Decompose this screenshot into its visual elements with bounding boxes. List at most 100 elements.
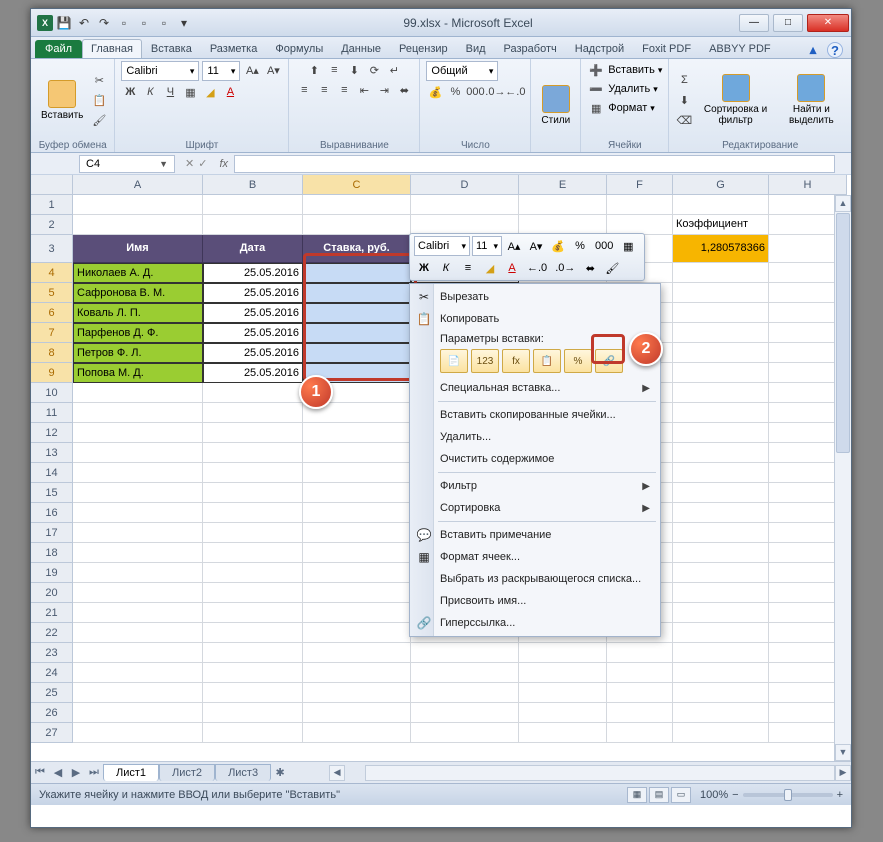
cell-C1[interactable] [303,195,411,215]
cell-G12[interactable] [673,423,769,443]
format-painter-icon[interactable]: 🖌 [90,111,108,129]
cell-A24[interactable] [73,663,203,683]
cell-C14[interactable] [303,463,411,483]
cell-G9[interactable] [673,363,769,383]
mini-currency-icon[interactable]: 💰 [548,236,568,256]
formula-bar[interactable] [234,155,835,173]
help-icon[interactable]: ? [827,42,843,58]
cell-A2[interactable] [73,215,203,235]
cell-B27[interactable] [203,723,303,743]
sort-filter-button[interactable]: Сортировка и фильтр [696,72,774,128]
cell-A19[interactable] [73,563,203,583]
cell-C22[interactable] [303,623,411,643]
cell-B19[interactable] [203,563,303,583]
delete-cells-button[interactable]: ➖Удалить▾ [587,80,658,98]
cell-B14[interactable] [203,463,303,483]
mini-percent-icon[interactable]: % [570,236,590,256]
row-header-22[interactable]: 22 [31,623,73,643]
cell-G16[interactable] [673,503,769,523]
tab-abbyy[interactable]: ABBYY PDF [700,39,780,58]
sheet-tab-1[interactable]: Лист1 [103,764,159,781]
scroll-down-icon[interactable]: ▼ [835,744,851,761]
comma-icon[interactable]: 000 [466,83,484,101]
cell-A12[interactable] [73,423,203,443]
mini-decrease-decimal-icon[interactable]: ←.0 [524,258,550,278]
align-top-icon[interactable]: ⬆ [305,61,323,79]
cell-B9[interactable]: 25.05.2016 [203,363,303,383]
cell-B10[interactable] [203,383,303,403]
ctx-sort[interactable]: Сортировка▶ [412,497,658,519]
cell-C21[interactable] [303,603,411,623]
cancel-formula-icon[interactable]: ✕ [185,157,194,170]
tab-data[interactable]: Данные [332,39,390,58]
row-header-13[interactable]: 13 [31,443,73,463]
cell-F1[interactable] [607,195,673,215]
sheet-tab-3[interactable]: Лист3 [215,764,271,781]
cell-A16[interactable] [73,503,203,523]
cell-B3[interactable]: Дата [203,235,303,263]
underline-icon[interactable]: Ч [161,83,179,101]
cell-C3[interactable]: Ставка, руб. [303,235,411,263]
cell-D27[interactable] [411,723,519,743]
ctx-paste-special[interactable]: Специальная вставка...▶ [412,377,658,399]
cell-G6[interactable] [673,303,769,323]
row-header-19[interactable]: 19 [31,563,73,583]
hscroll-left-icon[interactable]: ◀ [329,765,345,781]
cell-B6[interactable]: 25.05.2016 [203,303,303,323]
minimize-button[interactable]: — [739,14,769,32]
column-header-G[interactable]: G [673,175,769,195]
cell-A18[interactable] [73,543,203,563]
cell-C17[interactable] [303,523,411,543]
cell-B2[interactable] [203,215,303,235]
ctx-format-cells[interactable]: ▦Формат ячеек... [412,546,658,568]
cell-B21[interactable] [203,603,303,623]
cell-A14[interactable] [73,463,203,483]
align-middle-icon[interactable]: ≡ [325,61,343,79]
cell-B11[interactable] [203,403,303,423]
redo-icon[interactable]: ↷ [95,14,113,32]
cell-C15[interactable] [303,483,411,503]
cell-A11[interactable] [73,403,203,423]
paste-option-transpose[interactable]: 📋 [533,349,561,373]
row-header-12[interactable]: 12 [31,423,73,443]
view-page-layout-icon[interactable]: ▤ [649,787,669,803]
tab-home[interactable]: Главная [82,39,142,58]
zoom-out-icon[interactable]: − [732,789,738,801]
cell-D26[interactable] [411,703,519,723]
cell-F23[interactable] [607,643,673,663]
row-header-18[interactable]: 18 [31,543,73,563]
cell-B26[interactable] [203,703,303,723]
cell-B25[interactable] [203,683,303,703]
increase-decimal-icon[interactable]: .0→ [486,83,504,101]
mini-increase-font-icon[interactable]: A▴ [504,236,524,256]
mini-decrease-font-icon[interactable]: A▾ [526,236,546,256]
cell-D1[interactable] [411,195,519,215]
cell-A8[interactable]: Петров Ф. Л. [73,343,203,363]
row-header-7[interactable]: 7 [31,323,73,343]
cell-E1[interactable] [519,195,607,215]
sheet-tab-2[interactable]: Лист2 [159,764,215,781]
cell-E25[interactable] [519,683,607,703]
styles-button[interactable]: Стили [537,83,574,128]
row-header-25[interactable]: 25 [31,683,73,703]
cell-G13[interactable] [673,443,769,463]
decrease-indent-icon[interactable]: ⇤ [355,81,373,99]
cell-F2[interactable] [607,215,673,235]
align-bottom-icon[interactable]: ⬇ [345,61,363,79]
tab-addins[interactable]: Надстрой [566,39,633,58]
ctx-insert-copied[interactable]: Вставить скопированные ячейки... [412,404,658,426]
orientation-icon[interactable]: ⟳ [365,61,383,79]
cell-C27[interactable] [303,723,411,743]
row-header-6[interactable]: 6 [31,303,73,323]
cell-B5[interactable]: 25.05.2016 [203,283,303,303]
column-header-C[interactable]: C [303,175,411,195]
cell-C24[interactable] [303,663,411,683]
mini-font-color-icon[interactable]: А [502,258,522,278]
row-header-26[interactable]: 26 [31,703,73,723]
cell-G15[interactable] [673,483,769,503]
cell-C12[interactable] [303,423,411,443]
worksheet[interactable]: ABCDEFGH 1234567891011121314151617181920… [31,175,851,761]
mini-format-painter-icon[interactable]: 🖌 [602,258,622,278]
cell-A27[interactable] [73,723,203,743]
name-box[interactable]: C4 ▼ [79,155,175,173]
